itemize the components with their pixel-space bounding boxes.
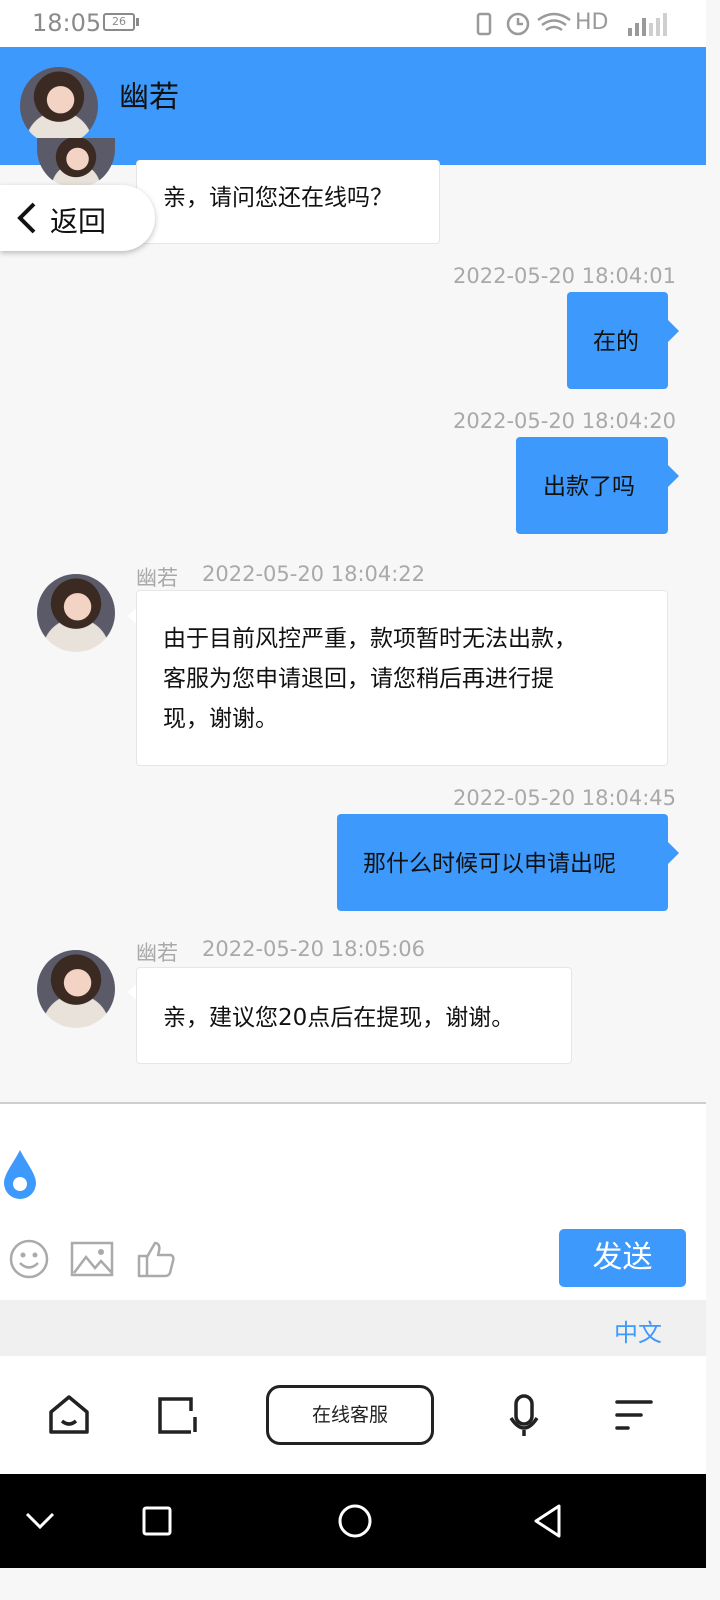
message-bubble-in: 由于目前风控严重，款项暂时无法出款， 客服为您申请退回，请您稍后再进行提 现，谢… [136,590,668,766]
hd-label: HD [575,10,609,35]
message-bubble-out: 出款了吗 [516,437,668,534]
recents-icon[interactable] [141,1505,173,1537]
online-service-button[interactable]: 在线客服 [266,1385,434,1445]
header-title: 幽若 [119,80,179,115]
header-avatar[interactable] [20,67,98,145]
message-text: 那什么时候可以申请出呢 [363,851,616,877]
home-circle-icon[interactable] [337,1503,373,1539]
signal-icon [622,10,670,38]
message-bubble-out: 那什么时候可以申请出呢 [337,814,668,911]
bubble-tail [668,842,679,864]
message-text: 出款了吗 [543,474,635,500]
language-bar [0,1300,706,1356]
status-time: 18:05 [32,9,102,37]
microphone-icon[interactable] [508,1394,540,1438]
chevron-left-icon [14,201,40,235]
battery-icon: 26 [103,13,135,31]
battery-tip [136,18,139,26]
text-cursor-handle-icon[interactable] [2,1148,38,1200]
wifi-icon [537,12,571,32]
image-icon[interactable] [70,1241,114,1277]
message-timestamp: 2022-05-20 18:04:22 [202,562,426,586]
message-timestamp: 2022-05-20 18:04:45 [453,786,677,810]
agent-avatar [37,574,115,652]
message-line: 客服为您申请退回，请您稍后再进行提 [163,666,554,692]
bubble-tail [668,320,679,342]
send-button[interactable]: 发送 [559,1229,686,1287]
message-bubble-in: 亲，请问您还在线吗？ [136,160,440,244]
sender-name: 幽若 [136,941,178,965]
message-text: 由于目前风控严重，款项暂时无法出款， 客服为您申请退回，请您稍后再进行提 现，谢… [163,619,577,739]
language-toggle[interactable]: 中文 [614,1313,662,1348]
message-bubble-in: 亲，建议您20点后在提现，谢谢。 [136,967,572,1064]
back-triangle-icon[interactable] [531,1503,565,1539]
tabs-icon[interactable] [157,1395,199,1435]
message-bubble-out: 在的 [567,292,668,389]
status-icons [474,10,574,38]
agent-avatar [37,138,115,188]
vibrate-icon [476,12,492,36]
message-timestamp: 2022-05-20 18:05:06 [202,937,426,961]
message-text: 亲，建议您20点后在提现，谢谢。 [163,1005,515,1031]
sender-name: 幽若 [136,566,178,590]
home-icon[interactable] [48,1394,90,1436]
message-line: 现，谢谢。 [163,706,278,732]
thumbs-up-icon[interactable] [136,1239,176,1279]
message-timestamp: 2022-05-20 18:04:01 [453,264,677,288]
bubble-tail [668,465,679,487]
emoji-icon[interactable] [9,1239,49,1279]
menu-icon[interactable] [614,1398,654,1434]
agent-avatar [37,950,115,1028]
message-text: 亲，请问您还在线吗？ [163,185,393,211]
message-text: 在的 [593,329,639,355]
message-line: 由于目前风控严重，款项暂时无法出款， [163,626,577,652]
message-timestamp: 2022-05-20 18:04:20 [453,409,677,433]
chevron-down-icon[interactable] [24,1506,56,1534]
back-label: 返回 [50,205,107,238]
